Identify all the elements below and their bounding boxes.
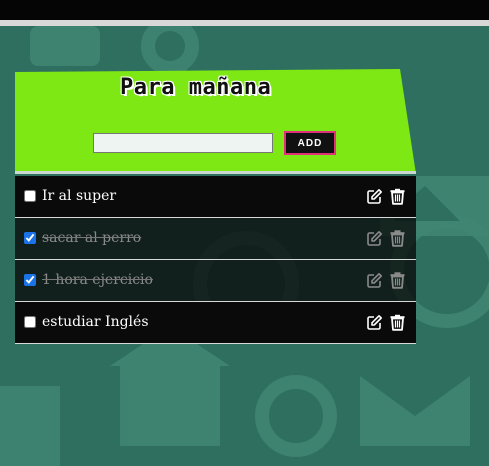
task-item: estudiar Inglés <box>15 302 416 344</box>
edit-icon[interactable] <box>366 230 383 247</box>
task-label: Ir al super <box>42 188 117 204</box>
browser-top-bar <box>0 0 489 20</box>
edit-icon[interactable] <box>366 314 383 331</box>
trash-icon[interactable] <box>389 230 406 247</box>
new-task-input[interactable] <box>93 133 273 153</box>
task-label: sacar al perro <box>42 230 142 246</box>
trash-icon[interactable] <box>389 314 406 331</box>
task-label: 1 hora ejercicio <box>42 272 153 288</box>
task-list: Ir al super sacar al perro 1 hora ejercici… <box>15 176 416 344</box>
header-panel: Para mañana ADD <box>15 60 416 174</box>
task-item: sacar al perro <box>15 218 416 260</box>
task-checkbox[interactable] <box>24 274 36 286</box>
page-title: Para mañana <box>120 75 272 100</box>
task-checkbox[interactable] <box>24 232 36 244</box>
edit-icon[interactable] <box>366 188 383 205</box>
add-button[interactable]: ADD <box>284 131 336 155</box>
trash-icon[interactable] <box>389 188 406 205</box>
task-item: Ir al super <box>15 176 416 218</box>
trash-icon[interactable] <box>389 272 406 289</box>
task-item: 1 hora ejercicio <box>15 260 416 302</box>
task-checkbox[interactable] <box>24 316 36 328</box>
task-label: estudiar Inglés <box>42 314 149 330</box>
phone-icon <box>0 386 60 466</box>
edit-icon[interactable] <box>366 272 383 289</box>
task-checkbox[interactable] <box>24 190 36 202</box>
